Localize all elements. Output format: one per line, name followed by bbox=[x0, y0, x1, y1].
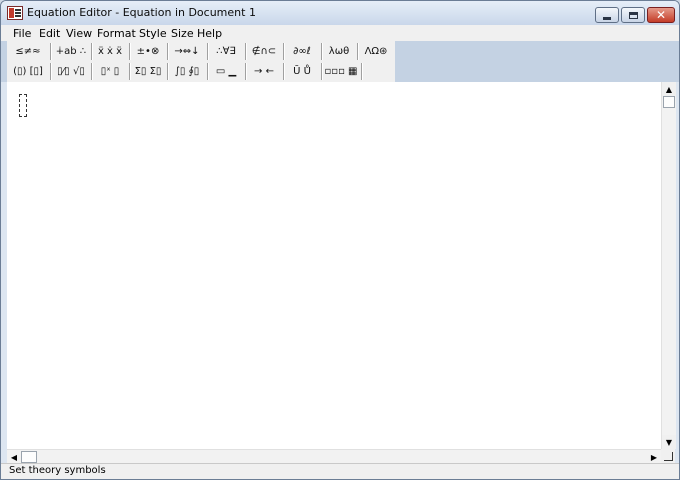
close-icon: ✕ bbox=[655, 8, 667, 22]
spaces-ellipses-button[interactable]: ∔ab ∴ bbox=[53, 42, 89, 61]
title-bar[interactable]: Equation Editor - Equation in Document 1… bbox=[1, 1, 679, 25]
corner-grip-icon bbox=[664, 452, 673, 461]
menu-view[interactable]: View bbox=[66, 27, 92, 40]
scrollbar-corner bbox=[661, 449, 675, 463]
menu-bar: File Edit View Format Style Size Help bbox=[1, 25, 679, 41]
arrow-left-icon: ◀ bbox=[10, 452, 18, 462]
app-icon[interactable] bbox=[7, 6, 23, 20]
toolbar-area: ≤≠≈ ∔ab ∴ ẍ ẋ ẍ ±•⊗ →⇔↓ ∴∀∃ ∉∩⊂ ∂∞ℓ λωθ … bbox=[1, 41, 679, 82]
equation-editing-area[interactable] bbox=[7, 82, 661, 449]
maximize-button[interactable] bbox=[621, 7, 645, 23]
relational-symbols-button[interactable]: ≤≠≈ bbox=[9, 42, 47, 61]
horizontal-scroll-thumb[interactable] bbox=[21, 451, 37, 463]
labeled-arrow-templates-button[interactable]: → ← bbox=[247, 62, 281, 81]
vertical-scroll-thumb[interactable] bbox=[663, 96, 675, 108]
vertical-scrollbar[interactable]: ▲ ▼ bbox=[661, 82, 676, 449]
operator-symbols-button[interactable]: ±•⊗ bbox=[131, 42, 165, 61]
window-title: Equation Editor - Equation in Document 1 bbox=[27, 6, 256, 19]
equation-toolbar: ≤≠≈ ∔ab ∴ ẍ ẋ ẍ ±•⊗ →⇔↓ ∴∀∃ ∉∩⊂ ∂∞ℓ λωθ … bbox=[7, 41, 395, 82]
horizontal-scrollbar[interactable]: ◀ ▶ bbox=[7, 449, 661, 464]
products-set-theory-templates-button[interactable]: Ū Ů bbox=[285, 62, 319, 81]
misc-symbols-button[interactable]: ∂∞ℓ bbox=[285, 42, 319, 61]
menu-file[interactable]: File bbox=[13, 27, 31, 40]
symbol-palette-row: ≤≠≈ ∔ab ∴ ẍ ẋ ẍ ±•⊗ →⇔↓ ∴∀∃ ∉∩⊂ ∂∞ℓ λωθ … bbox=[7, 42, 395, 61]
minimize-button[interactable] bbox=[595, 7, 619, 23]
status-text: Set theory symbols bbox=[9, 465, 106, 476]
scroll-up-button[interactable]: ▲ bbox=[662, 82, 676, 96]
set-theory-symbols-button[interactable]: ∉∩⊂ bbox=[247, 42, 281, 61]
menu-style[interactable]: Style bbox=[139, 27, 167, 40]
arrow-down-icon: ▼ bbox=[665, 437, 673, 447]
template-palette-row: (▯) [▯] ▯⁄▯ √▯ ▯ˣ ▯ Σ▯ Σ▯ ∫▯ ∮▯ ▭ ▁ → ← … bbox=[7, 62, 395, 81]
integral-templates-button[interactable]: ∫▯ ∮▯ bbox=[169, 62, 205, 81]
status-bar: Set theory symbols bbox=[1, 463, 679, 479]
scroll-left-button[interactable]: ◀ bbox=[7, 450, 21, 464]
menu-help[interactable]: Help bbox=[197, 27, 222, 40]
scroll-down-button[interactable]: ▼ bbox=[662, 435, 676, 449]
greek-lowercase-button[interactable]: λωθ bbox=[323, 42, 355, 61]
scroll-right-button[interactable]: ▶ bbox=[647, 450, 661, 464]
summation-templates-button[interactable]: Σ▯ Σ▯ bbox=[131, 62, 165, 81]
arrow-symbols-button[interactable]: →⇔↓ bbox=[169, 42, 205, 61]
equation-editor-window: Equation Editor - Equation in Document 1… bbox=[0, 0, 680, 480]
subscript-superscript-templates-button[interactable]: ▯ˣ ▯ bbox=[93, 62, 127, 81]
close-button[interactable]: ✕ bbox=[647, 7, 675, 23]
embellishments-button[interactable]: ẍ ẋ ẍ bbox=[93, 42, 127, 61]
underbar-overbar-templates-button[interactable]: ▭ ▁ bbox=[209, 62, 243, 81]
logical-symbols-button[interactable]: ∴∀∃ bbox=[209, 42, 243, 61]
greek-uppercase-button[interactable]: ΛΩ⊛ bbox=[359, 42, 393, 61]
menu-edit[interactable]: Edit bbox=[39, 27, 60, 40]
arrow-right-icon: ▶ bbox=[650, 452, 658, 462]
minimize-icon bbox=[603, 16, 611, 20]
menu-format[interactable]: Format bbox=[97, 27, 136, 40]
maximize-icon bbox=[628, 11, 638, 19]
menu-size[interactable]: Size bbox=[171, 27, 194, 40]
empty-slot-placeholder[interactable] bbox=[19, 94, 27, 117]
fraction-radical-templates-button[interactable]: ▯⁄▯ √▯ bbox=[53, 62, 89, 81]
fence-templates-button[interactable]: (▯) [▯] bbox=[9, 62, 47, 81]
arrow-up-icon: ▲ bbox=[665, 84, 673, 94]
matrix-templates-button[interactable]: ▫▫▫ ▦ bbox=[323, 62, 359, 81]
